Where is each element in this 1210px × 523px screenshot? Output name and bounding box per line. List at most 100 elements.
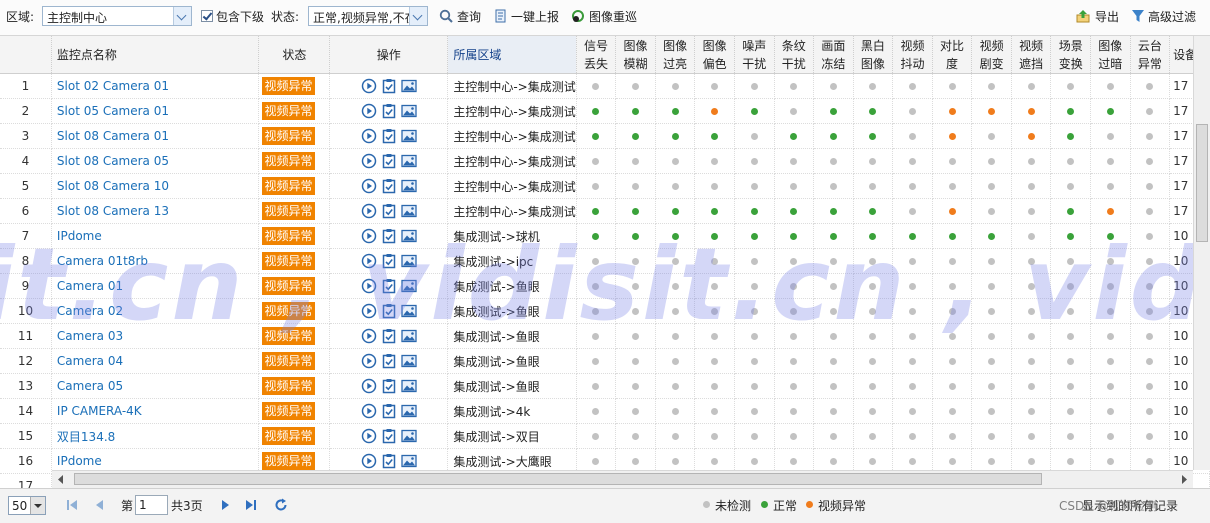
horizontal-scrollbar[interactable] xyxy=(52,470,1193,488)
camera-name-link[interactable]: Slot 02 Camera 01 xyxy=(51,73,260,99)
clipboard-check-icon[interactable] xyxy=(381,403,397,419)
camera-name-link[interactable]: Camera 01 xyxy=(51,273,260,299)
check-header-2[interactable]: 图像 过亮 xyxy=(655,36,696,74)
play-icon[interactable] xyxy=(361,328,377,344)
camera-name-link[interactable]: Camera 03 xyxy=(51,323,260,349)
query-button[interactable]: 查询 xyxy=(457,8,481,26)
area-header[interactable]: 所属区域 xyxy=(447,36,577,74)
play-icon[interactable] xyxy=(361,303,377,319)
check-header-14[interactable]: 云台 异常 xyxy=(1130,36,1171,74)
table-row[interactable]: 15 双目134.8 视频异常 集成测试->双目 10 xyxy=(0,423,1210,449)
refresh-icon[interactable] xyxy=(274,498,288,512)
play-icon[interactable] xyxy=(361,428,377,444)
check-header-11[interactable]: 视频 遮挡 xyxy=(1011,36,1052,74)
camera-name-link[interactable]: Camera 04 xyxy=(51,348,260,374)
play-icon[interactable] xyxy=(361,378,377,394)
vertical-scroll-thumb[interactable] xyxy=(1196,124,1208,242)
check-header-9[interactable]: 对比度 xyxy=(932,36,973,74)
page-size-select[interactable]: 50 xyxy=(8,496,46,515)
table-row[interactable]: 14 IP CAMERA-4K 视频异常 集成测试->4k 10 xyxy=(0,398,1210,424)
play-icon[interactable] xyxy=(361,453,377,469)
camera-name-link[interactable]: IPdome xyxy=(51,223,260,249)
image-icon[interactable] xyxy=(401,203,417,219)
filter-icon[interactable] xyxy=(1131,9,1145,23)
vertical-scrollbar[interactable] xyxy=(1193,36,1210,470)
image-icon[interactable] xyxy=(401,253,417,269)
image-icon[interactable] xyxy=(401,453,417,469)
next-page-icon[interactable] xyxy=(220,499,232,511)
table-row[interactable]: 8 Camera 01t8rb 视频异常 集成测试->ipc 10 xyxy=(0,248,1210,274)
table-row[interactable]: 13 Camera 05 视频异常 集成测试->鱼眼 10 xyxy=(0,373,1210,399)
image-icon[interactable] xyxy=(401,328,417,344)
clipboard-check-icon[interactable] xyxy=(381,78,397,94)
clipboard-check-icon[interactable] xyxy=(381,128,397,144)
image-icon[interactable] xyxy=(401,153,417,169)
page-number-input[interactable]: 1 xyxy=(135,495,168,515)
check-header-4[interactable]: 噪声 干扰 xyxy=(734,36,775,74)
region-select[interactable]: 主控制中心 xyxy=(42,6,192,26)
scroll-right-icon[interactable] xyxy=(1180,475,1188,484)
clipboard-check-icon[interactable] xyxy=(381,328,397,344)
table-row[interactable]: 11 Camera 03 视频异常 集成测试->鱼眼 10 xyxy=(0,323,1210,349)
clipboard-check-icon[interactable] xyxy=(381,253,397,269)
image-icon[interactable] xyxy=(401,278,417,294)
play-icon[interactable] xyxy=(361,278,377,294)
check-header-5[interactable]: 条纹 干扰 xyxy=(774,36,815,74)
camera-name-link[interactable]: Slot 08 Camera 13 xyxy=(51,198,260,224)
check-header-3[interactable]: 图像 偏色 xyxy=(694,36,735,74)
camera-name-link[interactable]: IP CAMERA-4K xyxy=(51,398,260,424)
play-icon[interactable] xyxy=(361,403,377,419)
name-header[interactable]: 监控点名称 xyxy=(51,36,260,74)
clipboard-check-icon[interactable] xyxy=(381,428,397,444)
chevron-down-icon[interactable] xyxy=(30,497,45,514)
search-icon[interactable] xyxy=(439,9,453,23)
export-icon[interactable] xyxy=(1076,9,1090,23)
check-header-8[interactable]: 视频 抖动 xyxy=(892,36,933,74)
prev-page-icon[interactable] xyxy=(93,499,105,511)
export-button[interactable]: 导出 xyxy=(1095,8,1119,26)
table-row[interactable]: 2 Slot 05 Camera 01 视频异常 主控制中心->集成测试 17 xyxy=(0,98,1210,124)
play-icon[interactable] xyxy=(361,153,377,169)
check-header-7[interactable]: 黑白 图像 xyxy=(853,36,894,74)
image-icon[interactable] xyxy=(401,303,417,319)
chevron-down-icon[interactable] xyxy=(409,7,427,25)
horizontal-scroll-thumb[interactable] xyxy=(74,473,1042,485)
image-icon[interactable] xyxy=(401,103,417,119)
camera-name-link[interactable]: Camera 02 xyxy=(51,298,260,324)
table-row[interactable]: 7 IPdome 视频异常 集成测试->球机 10 xyxy=(0,223,1210,249)
scroll-left-icon[interactable] xyxy=(57,475,65,484)
camera-name-link[interactable]: Camera 01t8rb xyxy=(51,248,260,274)
clipboard-check-icon[interactable] xyxy=(381,203,397,219)
table-row[interactable]: 10 Camera 02 视频异常 集成测试->鱼眼 10 xyxy=(0,298,1210,324)
table-row[interactable]: 1 Slot 02 Camera 01 视频异常 主控制中心->集成测试 17 xyxy=(0,73,1210,99)
camera-name-link[interactable]: Slot 08 Camera 05 xyxy=(51,148,260,174)
play-icon[interactable] xyxy=(361,228,377,244)
play-icon[interactable] xyxy=(361,253,377,269)
clipboard-check-icon[interactable] xyxy=(381,378,397,394)
image-icon[interactable] xyxy=(401,378,417,394)
check-header-10[interactable]: 视频 剧变 xyxy=(971,36,1012,74)
include-sub-checkbox[interactable] xyxy=(201,10,213,22)
check-header-12[interactable]: 场景 变换 xyxy=(1050,36,1092,74)
clipboard-check-icon[interactable] xyxy=(381,303,397,319)
play-icon[interactable] xyxy=(361,203,377,219)
clipboard-check-icon[interactable] xyxy=(381,228,397,244)
check-header-0[interactable]: 信号 丢失 xyxy=(576,36,617,74)
image-icon[interactable] xyxy=(401,428,417,444)
play-icon[interactable] xyxy=(361,178,377,194)
camera-name-link[interactable]: Camera 05 xyxy=(51,373,260,399)
report-button[interactable]: 一键上报 xyxy=(511,8,559,26)
clipboard-check-icon[interactable] xyxy=(381,453,397,469)
status-header[interactable]: 状态 xyxy=(258,36,331,74)
check-header-1[interactable]: 图像 模糊 xyxy=(615,36,656,74)
check-header-6[interactable]: 画面 冻结 xyxy=(813,36,854,74)
table-row[interactable]: 6 Slot 08 Camera 13 视频异常 主控制中心->集成测试 17 xyxy=(0,198,1210,224)
play-icon[interactable] xyxy=(361,103,377,119)
play-icon[interactable] xyxy=(361,128,377,144)
image-icon[interactable] xyxy=(401,178,417,194)
clipboard-check-icon[interactable] xyxy=(381,178,397,194)
camera-name-link[interactable]: Slot 08 Camera 01 xyxy=(51,123,260,149)
camera-name-link[interactable]: Slot 08 Camera 10 xyxy=(51,173,260,199)
play-icon[interactable] xyxy=(361,78,377,94)
first-page-icon[interactable] xyxy=(66,499,78,511)
